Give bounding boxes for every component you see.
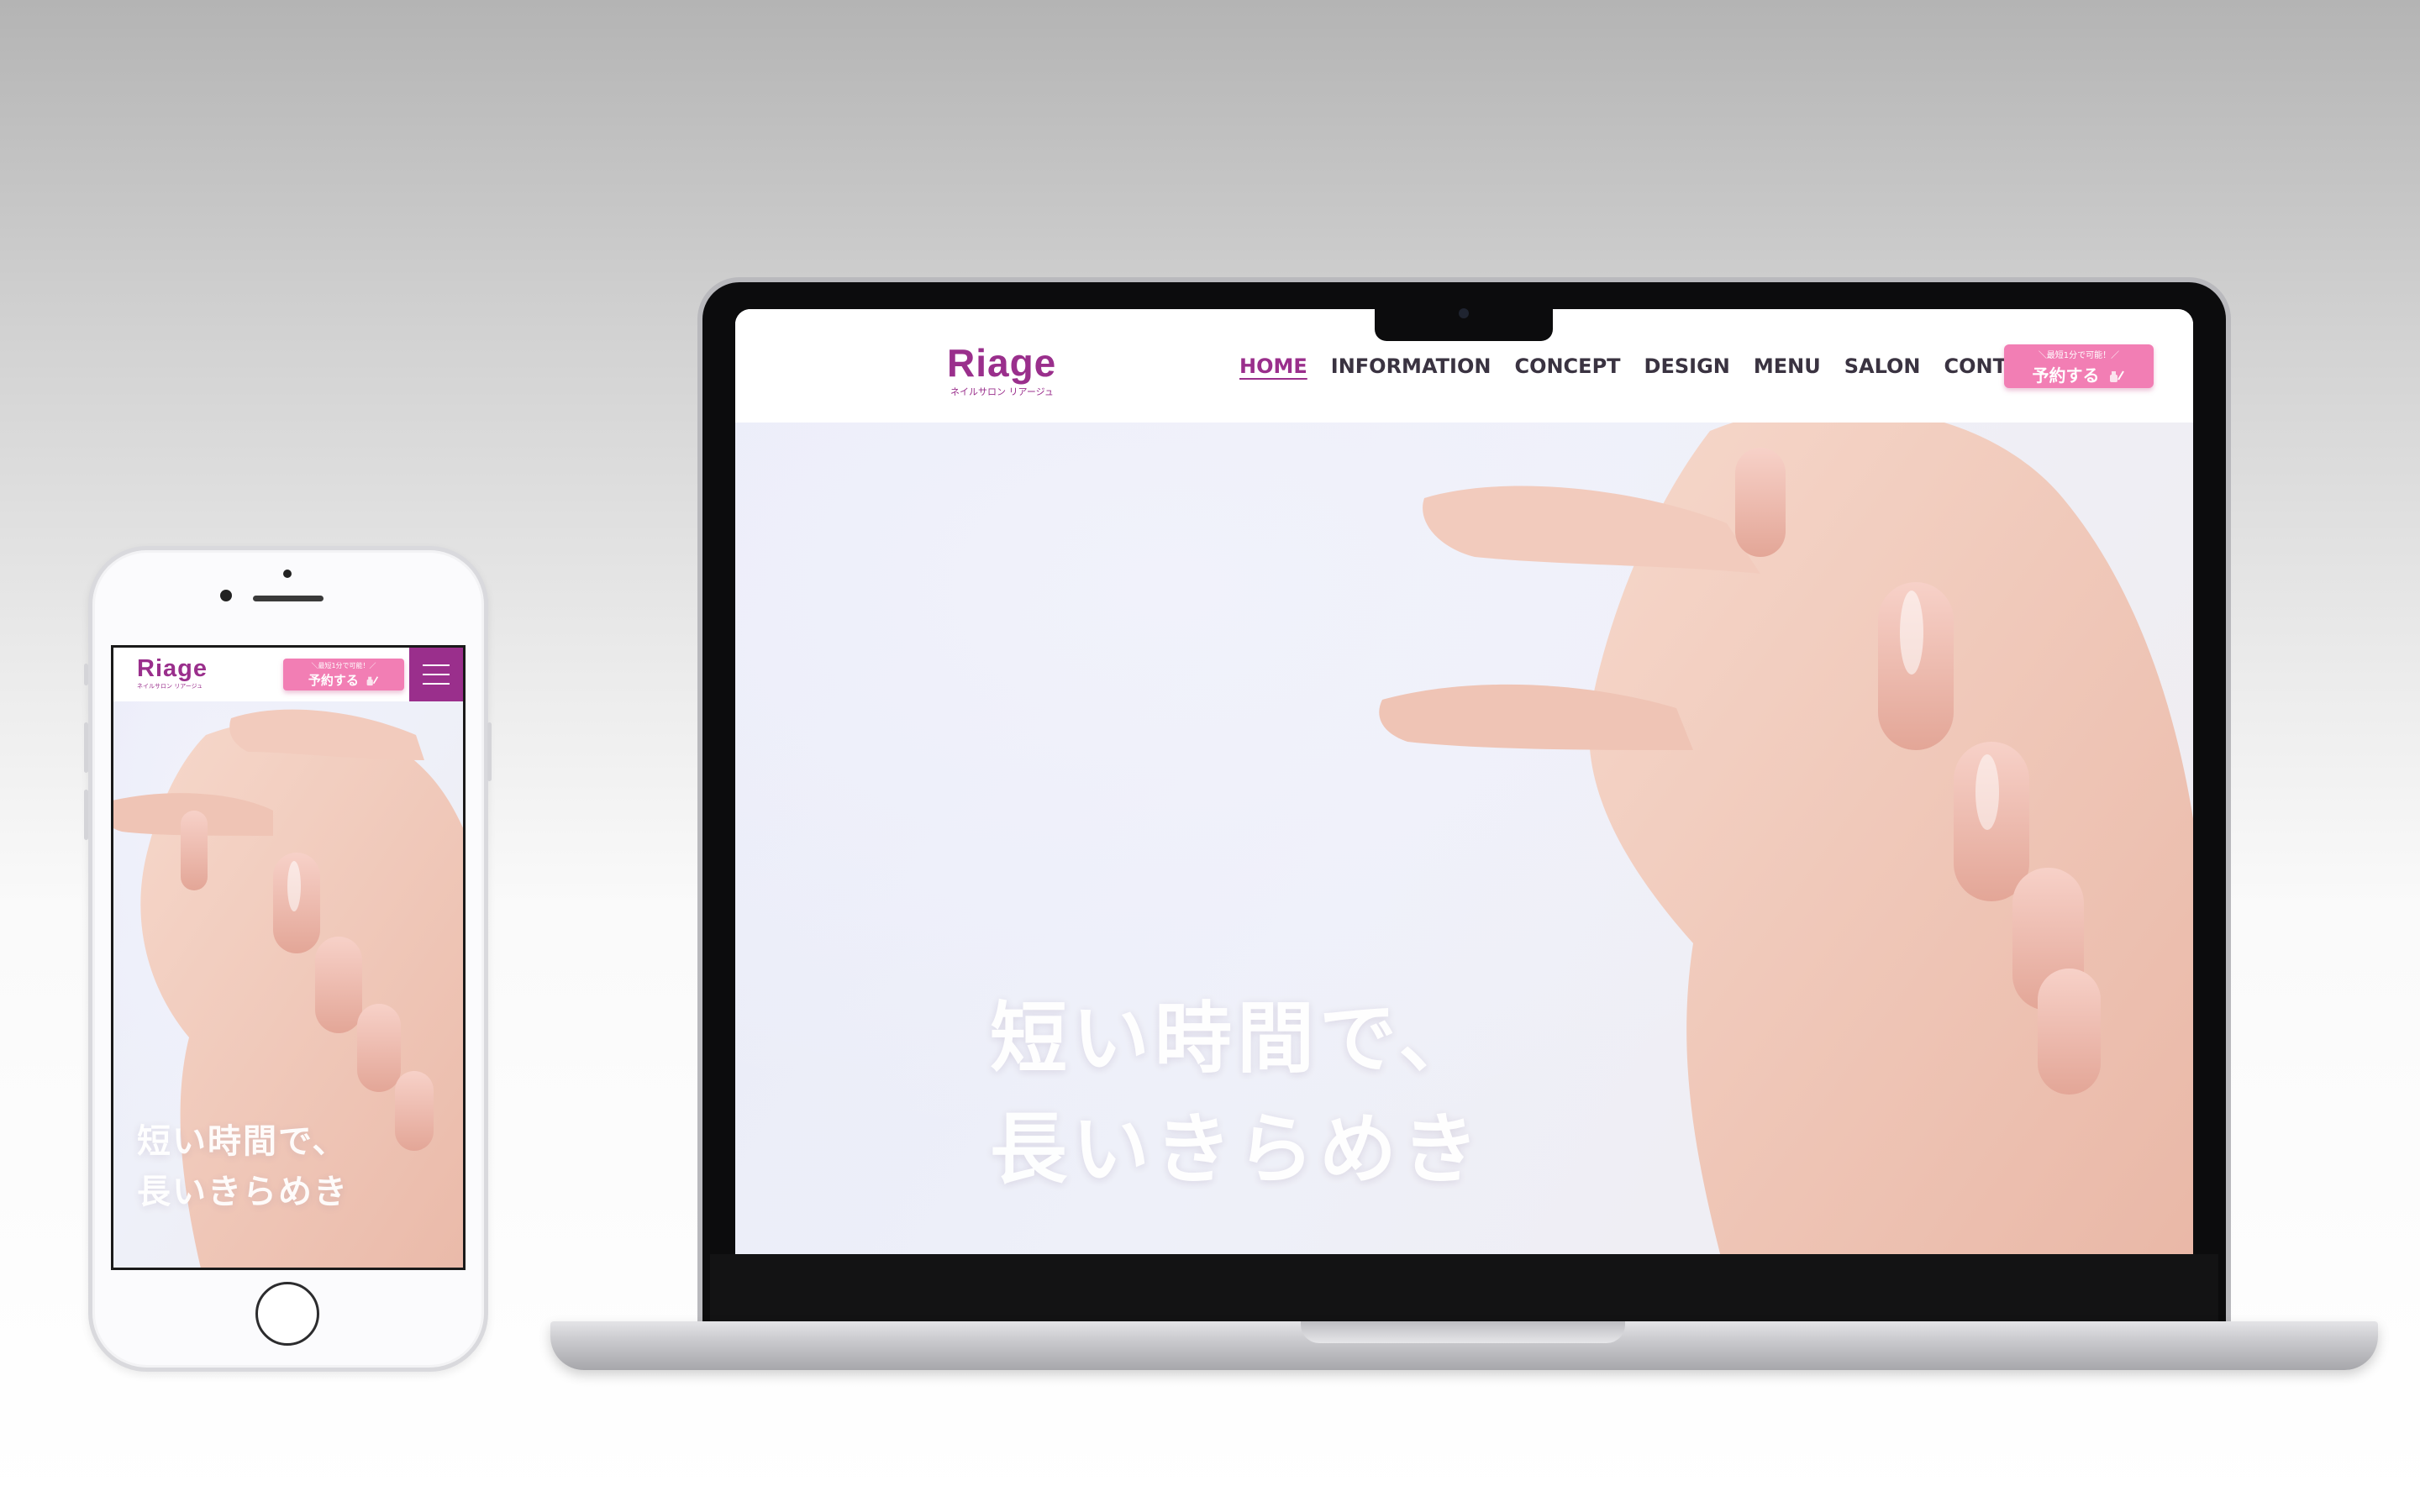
reserve-label-text: 予約する <box>2032 365 2100 386</box>
front-camera-icon <box>283 570 292 578</box>
laptop-notch <box>1375 301 1553 341</box>
site-logo[interactable]: Riage ネイルサロン リアージュ <box>947 343 1056 398</box>
mobile-logo[interactable]: Riage ネイルサロン リアージュ <box>137 656 208 690</box>
nail-polish-icon <box>2110 370 2125 382</box>
home-button[interactable] <box>255 1282 319 1346</box>
nav-concept[interactable]: CONCEPT <box>1514 354 1620 378</box>
mobile-hero-section: 短い時間で、 長いきらめき <box>113 701 463 1268</box>
proximity-sensor-icon <box>220 590 232 601</box>
webcam-icon <box>1459 308 1469 318</box>
logo-wordmark: Riage <box>947 341 1057 385</box>
laptop-open-groove <box>1301 1321 1625 1343</box>
logo-subtitle: ネイルサロン リアージュ <box>950 386 1054 397</box>
reserve-label: 予約する <box>2004 362 2154 386</box>
main-nav: HOME INFORMATION CONCEPT DESIGN MENU SAL… <box>1239 354 2049 378</box>
mobile-logo-wordmark: Riage <box>137 655 208 682</box>
nav-menu[interactable]: MENU <box>1754 354 1821 378</box>
laptop-bezel-bottom <box>710 1254 2218 1321</box>
phone-power-button <box>487 722 492 781</box>
phone-screen: Riage ネイルサロン リアージュ ＼最短1分で可能！／ 予約する 短い時間で… <box>111 645 466 1270</box>
mobile-reserve-note: ＼最短1分で可能！／ <box>311 662 376 669</box>
mobile-hero-line-2: 長いきらめき <box>137 1173 349 1211</box>
nav-salon[interactable]: SALON <box>1844 354 1921 378</box>
reserve-note: ＼最短1分で可能！／ <box>2038 351 2120 360</box>
hero-hand-image <box>1379 423 2193 1255</box>
mobile-reserve-button[interactable]: ＼最短1分で可能！／ 予約する <box>283 659 404 690</box>
mobile-reserve-label-text: 予約する <box>308 673 359 688</box>
hero-line-1: 短い時間で、 <box>990 994 1481 1084</box>
mobile-reserve-label: 予約する <box>283 671 404 689</box>
earpiece-speaker <box>253 596 324 601</box>
phone-mute-switch <box>84 664 88 685</box>
mobile-hero-line-1: 短い時間で、 <box>137 1122 348 1161</box>
phone-volume-down <box>84 790 88 840</box>
nav-home[interactable]: HOME <box>1239 354 1307 378</box>
laptop-screen: Riage ネイルサロン リアージュ HOME INFORMATION CONC… <box>735 309 2193 1255</box>
hero-headline: 短い時間で、 長いきらめき <box>990 984 1484 1205</box>
nav-design[interactable]: DESIGN <box>1644 354 1730 378</box>
mobile-logo-subtitle: ネイルサロン リアージュ <box>137 683 203 690</box>
mobile-hero-headline: 短い時間で、 長いきらめき <box>137 1116 349 1217</box>
phone-volume-up <box>84 722 88 773</box>
mobile-header: Riage ネイルサロン リアージュ ＼最短1分で可能！／ 予約する <box>113 648 463 701</box>
nail-polish-icon <box>366 676 379 686</box>
hero-section: 短い時間で、 長いきらめき <box>735 423 2193 1255</box>
hamburger-icon[interactable] <box>409 648 463 701</box>
hero-line-2: 長いきらめき <box>990 1105 1485 1194</box>
reserve-button[interactable]: ＼最短1分で可能！／ 予約する <box>2004 344 2154 388</box>
nav-information[interactable]: INFORMATION <box>1331 354 1491 378</box>
